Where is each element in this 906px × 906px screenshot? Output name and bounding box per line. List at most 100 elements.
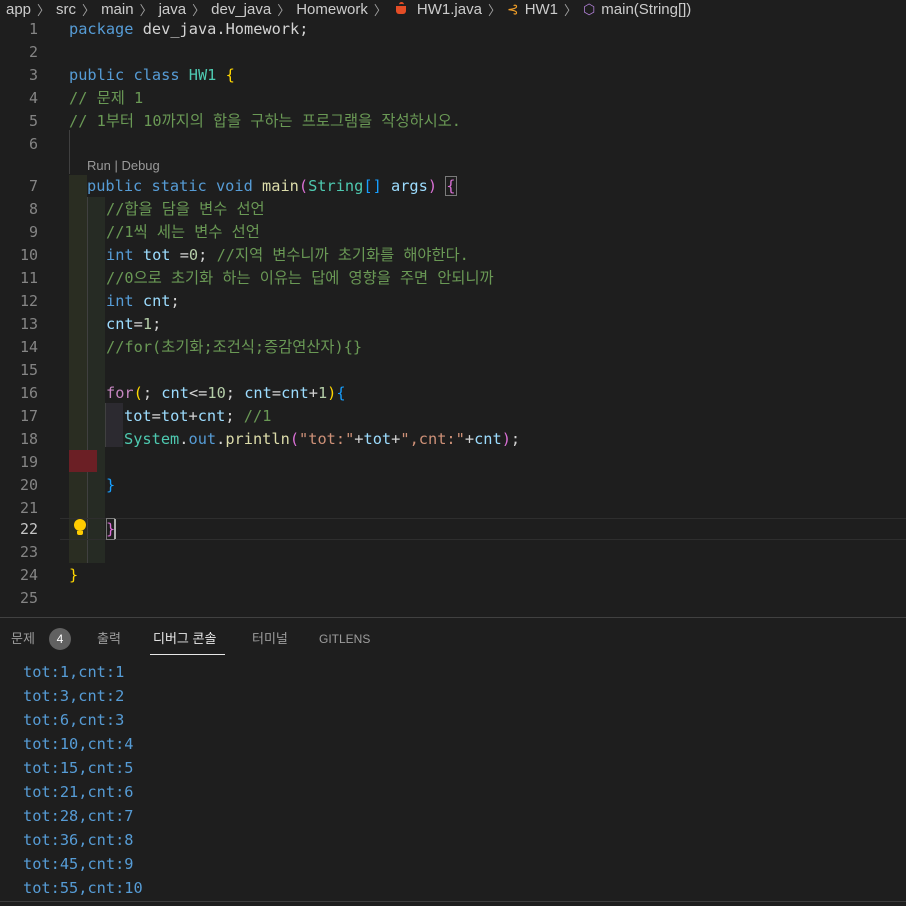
console-line: tot:1,cnt:1 [23, 663, 125, 681]
token: tot [160, 407, 189, 425]
method-icon: ⬡ [583, 0, 596, 17]
token: for [106, 384, 134, 402]
token: ; [170, 292, 180, 310]
token: //1 [243, 407, 272, 425]
token: package [69, 20, 134, 38]
token: ; [152, 315, 162, 333]
token: int [106, 246, 134, 264]
tab-problems[interactable]: 문제 [11, 630, 35, 648]
line-number: 2 [28, 43, 38, 61]
console-line: tot:45,cnt:9 [23, 855, 134, 873]
code-line-8[interactable]: //합을 담을 변수 선언 [106, 198, 265, 220]
breadcrumb-method[interactable]: main(String[]) [599, 1, 693, 18]
token: ) [501, 430, 511, 448]
token: tot [124, 407, 152, 425]
token: 10 [207, 384, 226, 402]
code-line-11[interactable]: //0으로 초기화 하는 이유는 답에 영향을 주면 안되니까 [106, 267, 494, 289]
breadcrumb: app 〉 src 〉 main 〉 java 〉 dev_java 〉 Hom… [0, 0, 906, 18]
chevron-right-icon: 〉 [192, 2, 206, 18]
token: //지역 변수니까 초기화를 해야한다. [216, 246, 469, 264]
line-number: 21 [19, 499, 38, 517]
tab-debug-console[interactable]: 디버그 콘솔 [153, 630, 216, 648]
chevron-right-icon: 〉 [37, 2, 51, 18]
console-line: tot:28,cnt:7 [23, 807, 134, 825]
breadcrumb-dev-java[interactable]: dev_java [209, 1, 273, 18]
codelens-run-debug[interactable]: Run | Debug [87, 157, 160, 175]
line-number: 10 [19, 246, 38, 264]
code-line-4[interactable]: // 문제 1 [69, 87, 143, 109]
code-line-18[interactable]: System.out.println("tot:"+tot+",cnt:"+cn… [124, 428, 520, 450]
breadcrumb-src[interactable]: src [54, 1, 78, 18]
token: . [216, 20, 226, 38]
token: void [215, 177, 253, 195]
line-number: 1 [28, 20, 38, 38]
console-line: tot:21,cnt:6 [23, 783, 134, 801]
token: cnt [161, 384, 189, 402]
token: cnt [106, 315, 134, 333]
text-cursor [114, 519, 116, 539]
token: { [445, 176, 457, 196]
line-number: 19 [19, 453, 38, 471]
tab-terminal[interactable]: 터미널 [252, 630, 288, 648]
code-line-20[interactable]: } [106, 474, 115, 496]
token: = [151, 407, 161, 425]
token: public [69, 66, 125, 84]
line-number: 17 [19, 407, 38, 425]
line-number: 15 [19, 361, 38, 379]
tab-output[interactable]: 출력 [97, 630, 121, 648]
breadcrumb-main[interactable]: main [99, 1, 136, 18]
token: HW1 [188, 66, 217, 84]
panel-bottom-border [0, 901, 906, 902]
code-line-3[interactable]: public class HW1 { [69, 64, 235, 86]
token: args [391, 177, 428, 195]
token: ( [298, 177, 309, 195]
line-number: 20 [19, 476, 38, 494]
line-number: 25 [19, 589, 38, 607]
code-line-17[interactable]: tot=tot+cnt; //1 [124, 405, 271, 427]
code-line-14[interactable]: //for(초기화;조건식;증감연산자){} [106, 336, 362, 358]
console-line: tot:15,cnt:5 [23, 759, 134, 777]
lightbulb-icon[interactable] [73, 519, 87, 537]
breadcrumb-class[interactable]: HW1 [523, 1, 560, 18]
debug-console-output[interactable]: tot:1,cnt:1 tot:3,cnt:2 tot:6,cnt:3 tot:… [23, 660, 143, 900]
code-line-1[interactable]: package dev_java.Homework; [69, 18, 309, 40]
token: tot [142, 246, 171, 264]
token: ( [289, 430, 300, 448]
breadcrumb-homework[interactable]: Homework [294, 1, 370, 18]
code-line-10[interactable]: int tot =0; //지역 변수니까 초기화를 해야한다. [106, 244, 469, 266]
chevron-right-icon: 〉 [373, 2, 387, 18]
token: 1 [317, 384, 328, 402]
line-number-active: 22 [19, 520, 38, 538]
token: [] [363, 177, 382, 195]
token: . [216, 430, 226, 448]
token: Homework [225, 20, 300, 38]
code-line-7[interactable]: public static void main(String[] args) { [87, 175, 457, 197]
tab-gitlens[interactable]: GITLENS [319, 630, 370, 648]
code-line-24[interactable]: } [69, 564, 78, 586]
token: int [106, 292, 134, 310]
token: tot [363, 430, 392, 448]
code-line-13[interactable]: cnt=1; [106, 313, 161, 335]
code-line-9[interactable]: //1씩 세는 변수 선언 [106, 221, 260, 243]
line-number: 3 [28, 66, 38, 84]
token: println [225, 430, 290, 448]
breadcrumb-file[interactable]: HW1.java [415, 1, 484, 18]
token: ; [142, 384, 153, 402]
chevron-right-icon: 〉 [139, 2, 153, 18]
token: ; [225, 384, 235, 402]
breadcrumb-app[interactable]: app [0, 1, 33, 18]
line-number: 6 [28, 135, 38, 153]
chevron-right-icon: 〉 [277, 2, 291, 18]
code-line-16[interactable]: for(; cnt<=10; cnt=cnt+1){ [106, 382, 346, 404]
code-line-5[interactable]: // 1부터 10까지의 합을 구하는 프로그램을 작성하시오. [69, 110, 461, 132]
token: = [271, 384, 282, 402]
chevron-right-icon: 〉 [487, 2, 501, 18]
breadcrumb-java[interactable]: java [157, 1, 189, 18]
line-number: 23 [19, 543, 38, 561]
token: ( [133, 384, 143, 402]
token: + [308, 384, 318, 402]
code-editor[interactable]: 1 2 3 4 5 6 7 8 9 10 11 12 13 14 15 16 1… [0, 18, 906, 615]
token: + [354, 430, 364, 448]
code-line-12[interactable]: int cnt; [106, 290, 180, 312]
token: = [133, 315, 143, 333]
